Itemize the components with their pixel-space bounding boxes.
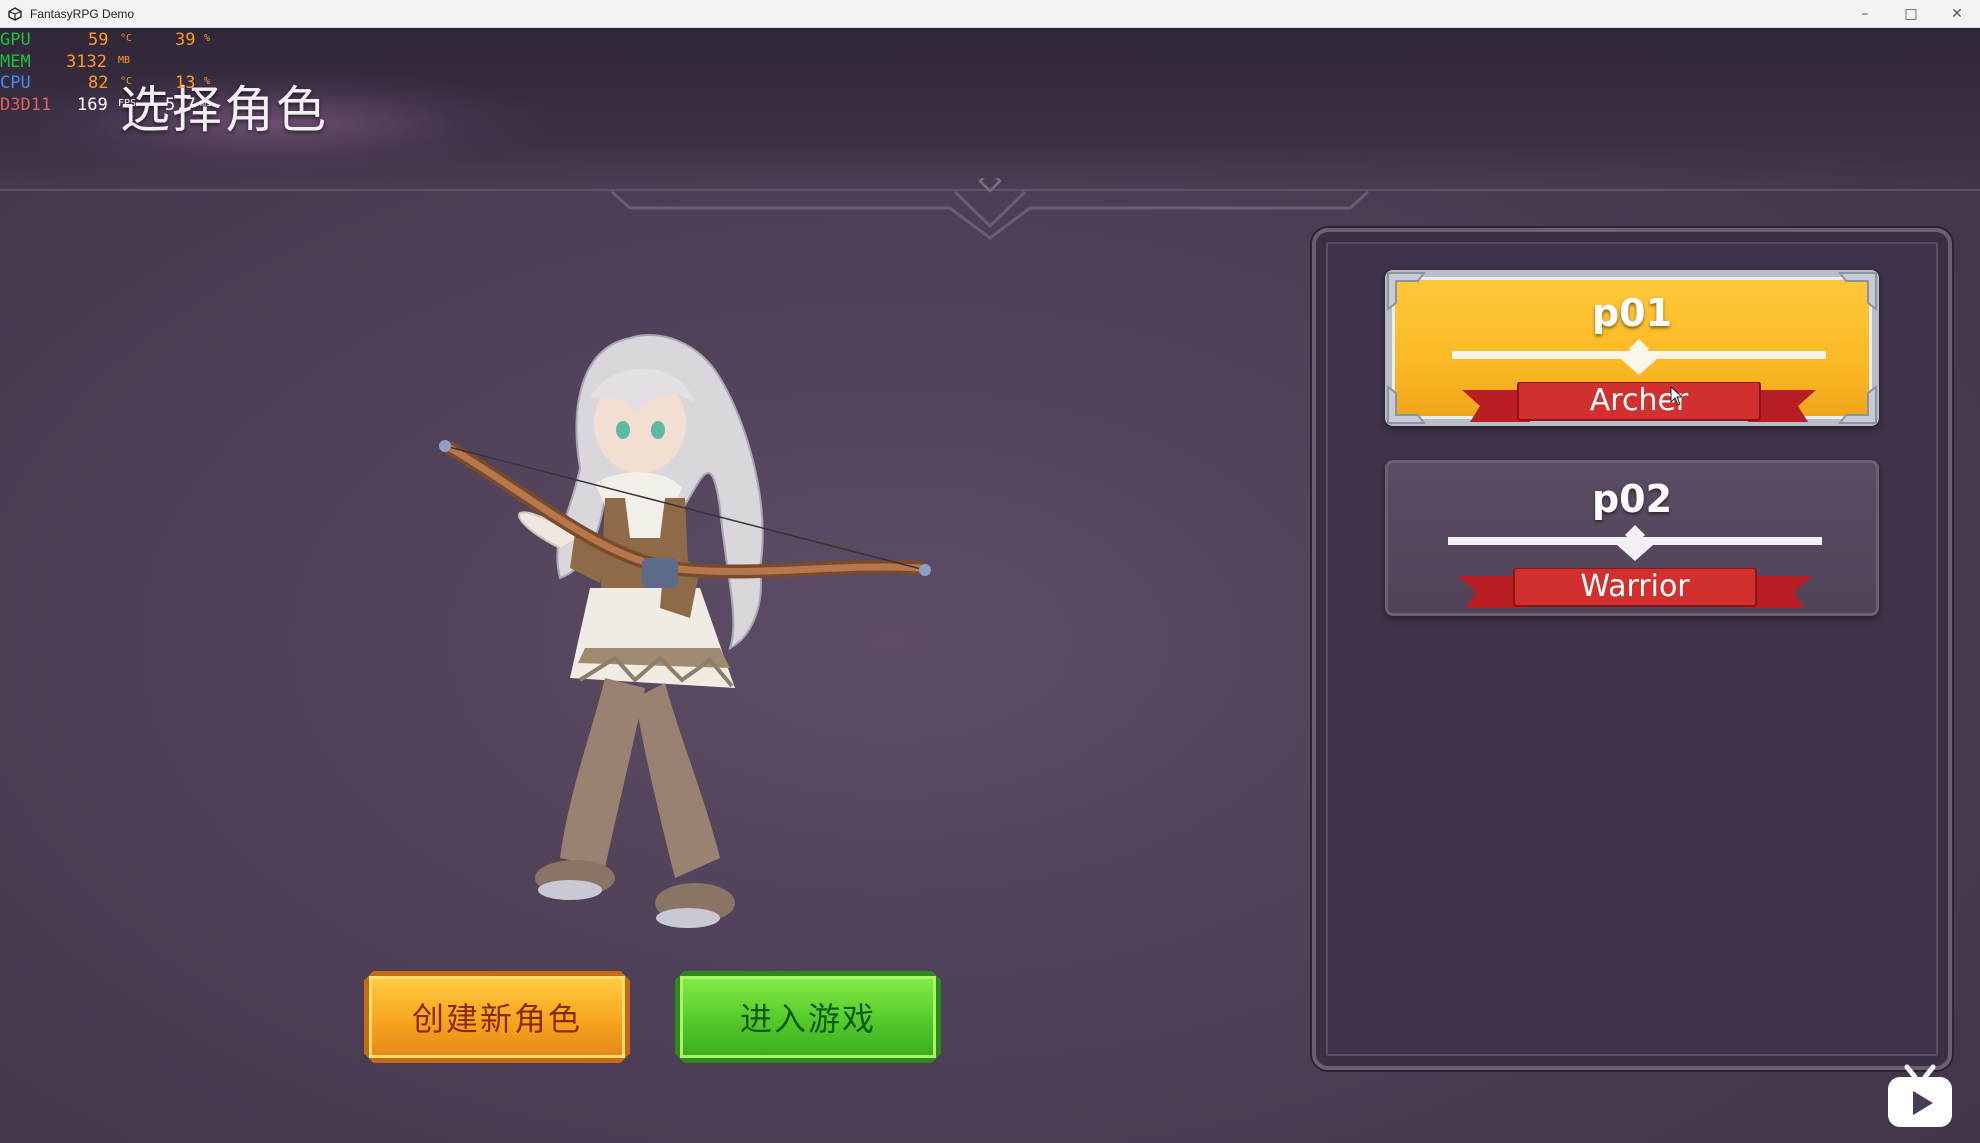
hud-cpu-load-unit: % [204, 76, 211, 87]
character-card-p02[interactable]: p02 Warrior [1385, 460, 1879, 616]
hud-gpu-label: GPU [0, 30, 31, 50]
hud-cpu-label: CPU [0, 73, 31, 93]
hud-api-label: D3D11 [0, 94, 52, 115]
hud-frametime-value: 5.7 [165, 94, 196, 115]
hud-mem-value: 3132 [66, 51, 107, 72]
hud-frametime-unit: ms [200, 97, 213, 109]
character-name: p01 [1591, 291, 1673, 335]
hud-gpu-load: 39 [175, 30, 196, 50]
hud-gpu-load-unit: % [204, 33, 211, 44]
hud-mem-unit: MB [118, 54, 131, 66]
bilibili-tv-icon [1888, 1064, 1952, 1127]
class-label-wrap: Archer [1462, 382, 1816, 432]
character-card-p01[interactable]: p01 Archer [1385, 270, 1879, 426]
unity-icon [6, 5, 24, 23]
archer-character-model[interactable] [420, 318, 940, 958]
diamond-divider-icon [1452, 339, 1826, 375]
frame-corner-icon [1838, 385, 1877, 424]
hud-fps-value: 169 [77, 94, 108, 115]
window-title: FantasyRPG Demo [30, 6, 135, 21]
character-class-label: Archer [1589, 383, 1689, 418]
window-controls: – □ ✕ [1842, 0, 1980, 28]
character-class-label: Warrior [1580, 569, 1690, 604]
hud-mem-label: MEM [0, 51, 31, 72]
maximize-button[interactable]: □ [1888, 0, 1934, 28]
mouse-cursor-icon [1670, 386, 1684, 406]
character-name: p02 [1591, 477, 1673, 521]
hud-gpu-temp: 59 [88, 30, 109, 50]
class-label-wrap: Warrior [1458, 568, 1812, 618]
hud-cpu-temp-unit: °C [120, 76, 133, 87]
hud-cpu-temp: 82 [88, 73, 109, 93]
create-character-button[interactable]: 创建新角色 [364, 971, 630, 1063]
frame-corner-icon [1387, 385, 1426, 424]
enter-game-button[interactable]: 进入游戏 [675, 971, 941, 1063]
game-viewport: 选择角色 创建新角色 进入游戏 p01 Archer p02 Warrior [0, 28, 1980, 1143]
close-button[interactable]: ✕ [1934, 0, 1980, 28]
hud-gpu-temp-unit: °C [120, 33, 133, 44]
hud-fps-unit: FPS [118, 97, 137, 109]
window-titlebar: FantasyRPG Demo – □ ✕ [0, 0, 1980, 28]
minimize-button[interactable]: – [1842, 0, 1888, 28]
hud-cpu-load: 13 [175, 73, 196, 93]
page-title: 选择角色 [120, 81, 328, 139]
diamond-divider-icon [1448, 525, 1822, 561]
